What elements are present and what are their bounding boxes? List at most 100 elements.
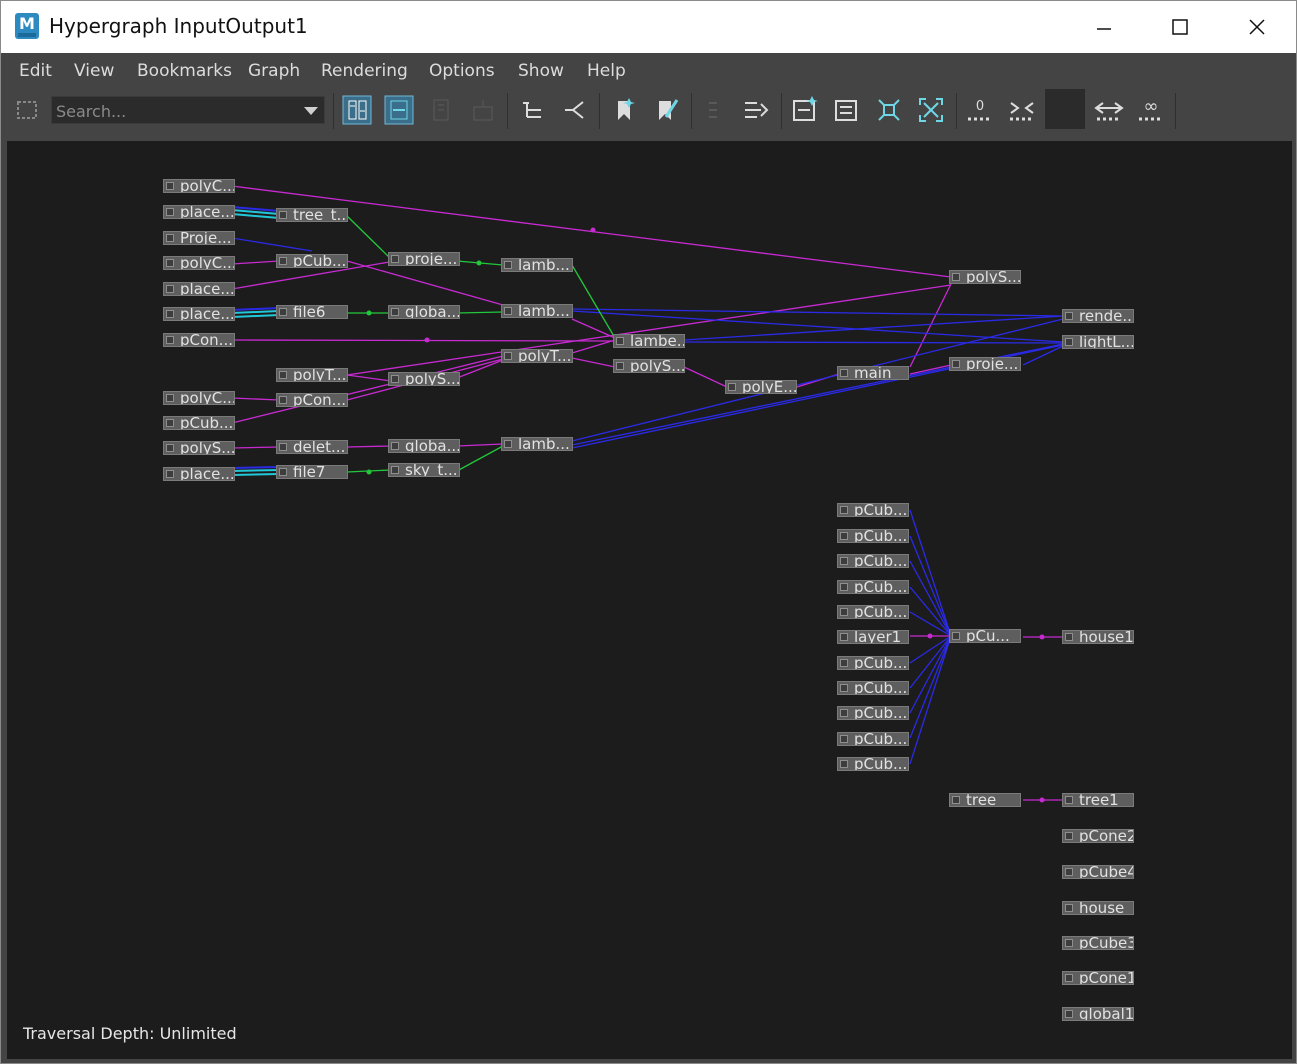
graph-node[interactable]: proje... (949, 357, 1021, 371)
collapse-button[interactable] (697, 93, 731, 127)
graph-node[interactable]: lamb... (501, 258, 573, 272)
graph-node[interactable]: file6 (276, 305, 348, 319)
graph-node[interactable]: place... (163, 205, 235, 219)
freeform-layout-button[interactable] (11, 93, 45, 127)
graph-node[interactable]: house1 (1062, 630, 1134, 644)
graph-node[interactable]: polyC... (163, 391, 235, 405)
svg-text:∞: ∞ (1144, 96, 1159, 117)
graph-node[interactable]: place... (163, 467, 235, 481)
graph-node[interactable]: house (1062, 901, 1134, 915)
graph-node[interactable]: pCub... (837, 503, 909, 517)
graph-node[interactable]: polyT... (276, 368, 348, 382)
depth-zero-button[interactable]: 0 (963, 93, 997, 127)
create-bookmark-button[interactable] (607, 93, 641, 127)
graph-node[interactable]: file7 (276, 465, 348, 479)
graph-node[interactable]: tree_t... (276, 208, 348, 222)
edit-bookmark-button[interactable] (649, 93, 683, 127)
graph-node[interactable]: polyC... (163, 256, 235, 270)
frame-hierarchy-button[interactable] (914, 93, 948, 127)
graph-node[interactable]: globa... (388, 305, 460, 319)
dependency-layout-button[interactable] (466, 93, 500, 127)
graph-node[interactable]: pCub... (163, 416, 235, 430)
graph-node[interactable]: pCub... (837, 757, 909, 771)
graph-node[interactable]: polyE... (725, 380, 797, 394)
menu-bookmarks[interactable]: Bookmarks (137, 61, 232, 81)
graph-node[interactable]: proje... (388, 252, 460, 266)
graph-node[interactable]: polyS... (163, 441, 235, 455)
graph-node[interactable]: delet... (276, 440, 348, 454)
node-type-icon (166, 234, 174, 242)
graph-node[interactable]: pCub... (837, 681, 909, 695)
increase-depth-button[interactable] (1092, 93, 1126, 127)
graph-node[interactable]: place... (163, 282, 235, 296)
maximize-button[interactable] (1142, 1, 1218, 53)
graph-node[interactable]: pCub... (837, 732, 909, 746)
graph-node[interactable]: pCub... (837, 580, 909, 594)
edge-place-file7 (231, 469, 280, 472)
graph-node[interactable]: tree (949, 793, 1021, 807)
graph-node[interactable]: pCube3 (1062, 936, 1134, 950)
edge-tree-proje (346, 215, 392, 260)
graph-node[interactable]: pCu... (949, 629, 1021, 643)
graph-node[interactable]: sky_t... (388, 463, 460, 477)
graph-node[interactable]: rende... (1062, 309, 1134, 323)
decrease-depth-button[interactable] (1005, 93, 1039, 127)
frame-selection-button[interactable] (788, 93, 822, 127)
menu-view[interactable]: View (74, 61, 114, 81)
menu-options[interactable]: Options (429, 61, 495, 81)
graph-node[interactable]: pCub... (837, 605, 909, 619)
graph-layout-button[interactable] (382, 93, 416, 127)
graph-node[interactable]: lightL... (1062, 335, 1134, 349)
graph-node[interactable]: polyS... (613, 359, 685, 373)
node-type-icon (840, 684, 848, 692)
minimize-button[interactable] (1066, 1, 1142, 53)
frame-branch-button[interactable] (830, 93, 864, 127)
edge-place-file7-blue (231, 466, 280, 469)
graph-node[interactable]: pCone2 (1062, 829, 1134, 843)
close-button[interactable] (1219, 1, 1295, 53)
graph-node[interactable]: layer1 (837, 630, 909, 644)
unlimited-depth-button[interactable]: ∞ (1134, 93, 1168, 127)
graph-node[interactable]: pCub... (276, 254, 348, 268)
graph-node[interactable]: pCub... (837, 706, 909, 720)
output-connections-button[interactable] (557, 93, 591, 127)
hypergraph-canvas[interactable]: polyC... place... tree_t... Proje... pol… (7, 141, 1292, 1059)
graph-node[interactable]: pCone1 (1062, 971, 1134, 985)
graph-node[interactable]: pCube4 (1062, 865, 1134, 879)
graph-node[interactable]: polyC... (163, 179, 235, 193)
graph-node[interactable]: lamb... (501, 437, 573, 451)
input-connections-button[interactable] (515, 93, 549, 127)
graph-node[interactable]: pCub... (837, 529, 909, 543)
graph-node[interactable]: lambe... (613, 334, 685, 348)
graph-node[interactable]: Proje... (163, 231, 235, 245)
depth-field[interactable] (1045, 89, 1085, 129)
node-type-icon (166, 182, 174, 190)
graph-node[interactable]: pCub... (837, 554, 909, 568)
menu-graph[interactable]: Graph (248, 61, 300, 81)
toolbar-separator (956, 93, 957, 129)
graph-node[interactable]: pCon... (163, 333, 235, 347)
graph-node[interactable]: polyS... (388, 372, 460, 386)
graph-node[interactable]: pCon... (276, 393, 348, 407)
graph-node[interactable]: polyS... (949, 270, 1021, 284)
graph-node[interactable]: pCub... (837, 656, 909, 670)
graph-node[interactable]: main (837, 366, 909, 380)
frame-all-button[interactable] (872, 93, 906, 127)
edge-delet-globa (346, 445, 392, 448)
graph-node[interactable]: lamb... (501, 304, 573, 318)
search-dropdown-arrow-icon[interactable] (304, 107, 318, 115)
graph-node[interactable]: tree1 (1062, 793, 1134, 807)
hierarchy-layout-button[interactable] (424, 93, 458, 127)
graph-node[interactable]: place... (163, 307, 235, 321)
menu-help[interactable]: Help (587, 61, 626, 81)
graph-node[interactable]: global1 (1062, 1007, 1134, 1021)
title-bar: M Hypergraph InputOutput1 (1, 1, 1296, 53)
graph-node[interactable]: globa... (388, 439, 460, 453)
search-input[interactable] (52, 97, 298, 125)
expand-button[interactable] (739, 93, 773, 127)
graph-node[interactable]: polyT... (501, 349, 573, 363)
menu-edit[interactable]: Edit (19, 61, 52, 81)
menu-show[interactable]: Show (518, 61, 564, 81)
scene-hierarchy-button[interactable] (340, 93, 374, 127)
menu-rendering[interactable]: Rendering (321, 61, 408, 81)
